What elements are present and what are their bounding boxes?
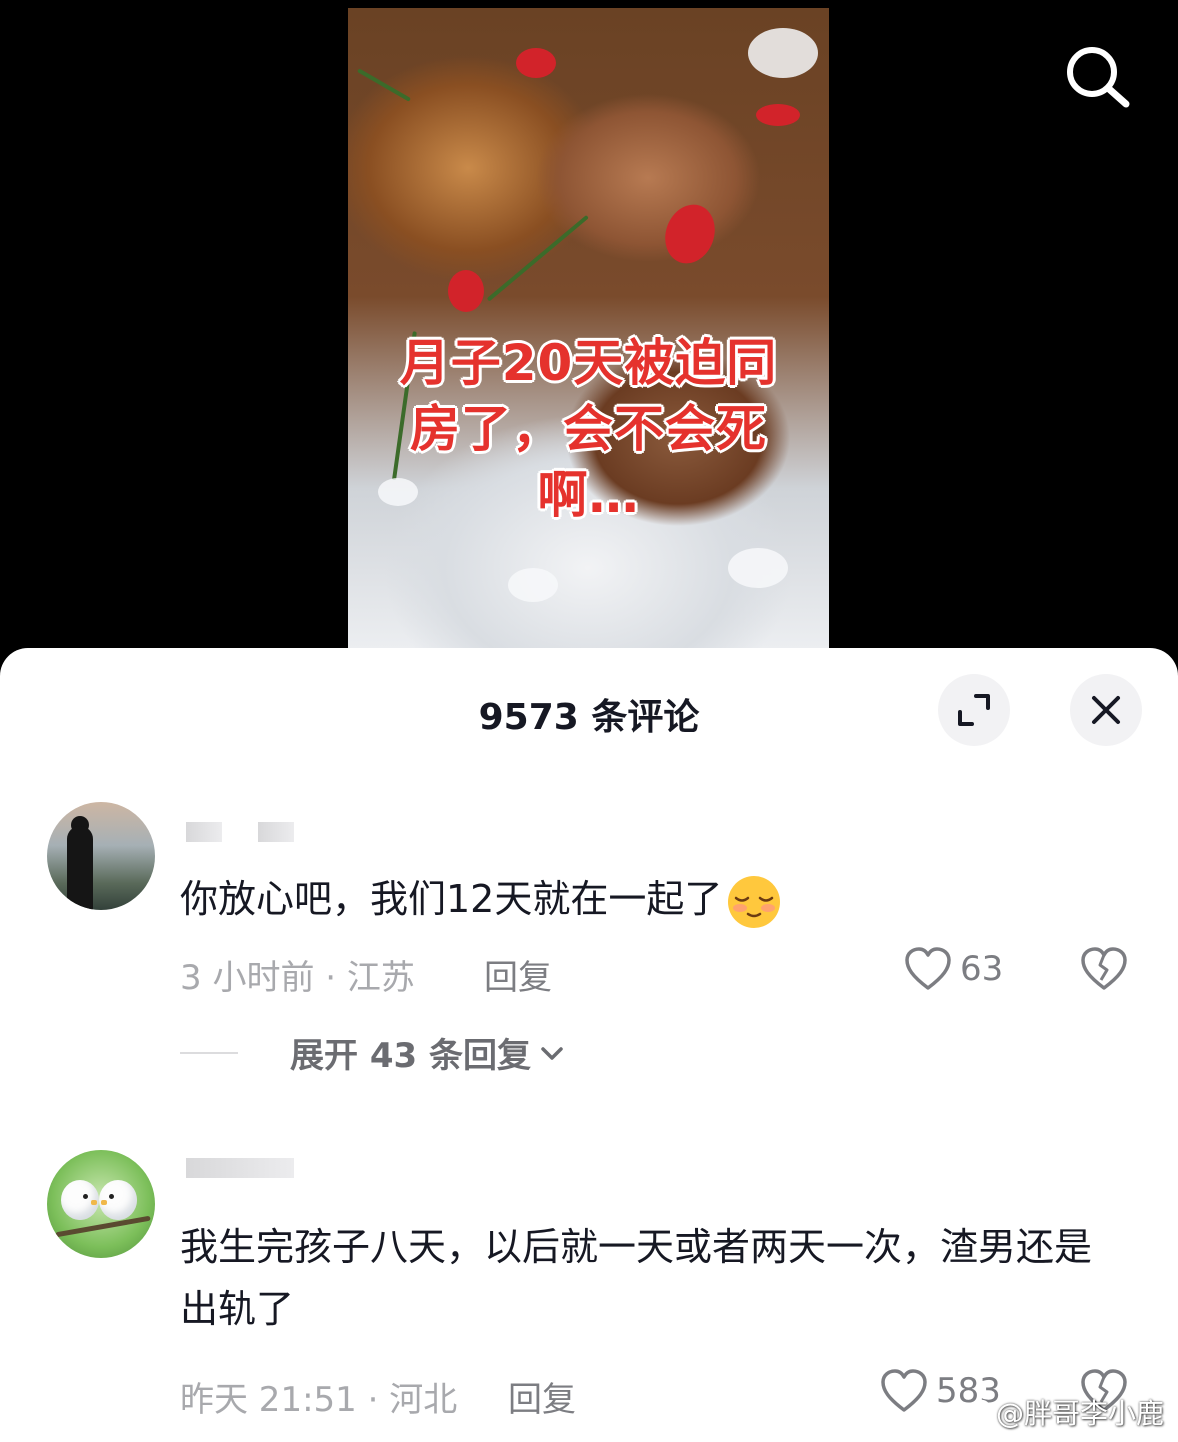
divider [180, 1051, 238, 1054]
username-redacted[interactable] [186, 822, 222, 842]
like-button[interactable]: 63 [904, 946, 1003, 992]
chevron-down-icon [541, 1046, 563, 1060]
video-thumbnail[interactable]: 月子20天被迫同 房了，会不会死 啊… [348, 8, 829, 649]
broken-heart-icon [1081, 947, 1127, 990]
avatar[interactable] [47, 1150, 155, 1258]
avatar[interactable] [47, 802, 155, 910]
video-player[interactable]: 月子20天被迫同 房了，会不会死 啊… [0, 0, 1178, 660]
shy-smile-emoji-icon [728, 875, 781, 928]
search-icon [1067, 47, 1130, 108]
search-button[interactable] [1060, 42, 1132, 114]
reply-button[interactable]: 回复 [508, 1372, 576, 1421]
video-caption-overlay: 月子20天被迫同 房了，会不会死 啊… [348, 330, 829, 528]
comment-body: 我生完孩子八天，以后就一天或者两天一次，渣男还是出轨了 [180, 1216, 1120, 1340]
weibo-logo-icon [958, 1399, 991, 1426]
heart-icon [905, 947, 951, 990]
close-icon [1092, 696, 1120, 724]
dislike-button[interactable] [1080, 946, 1128, 996]
reply-button[interactable]: 回复 [484, 950, 552, 999]
comment-text: 你放心吧，我们12天就在一起了 [180, 877, 723, 921]
caption-line-2: 房了，会不会死 [410, 400, 767, 458]
comment-body: 你放心吧，我们12天就在一起了 [180, 868, 1120, 930]
close-sheet-button[interactable] [1070, 674, 1142, 746]
watermark: @胖哥李小鹿 [958, 1392, 1164, 1432]
expand-replies-label: 展开 43 条回复 [290, 1036, 531, 1076]
caption-line-3: 啊… [537, 466, 640, 524]
expand-sheet-button[interactable] [938, 674, 1010, 746]
heart-icon [881, 1369, 927, 1412]
comment-meta: 3 小时前 · 江苏 [180, 958, 415, 998]
caption-line-1: 月子20天被迫同 [399, 334, 778, 392]
comment-text: 我生完孩子八天，以后就一天或者两天一次，渣男还是出轨了 [180, 1225, 1093, 1331]
comment-meta: 昨天 21:51 · 河北 [180, 1380, 458, 1420]
watermark-text: @胖哥李小鹿 [995, 1397, 1164, 1430]
username-redacted[interactable] [186, 1158, 294, 1178]
comments-sheet: 9573 条评论 你放心吧，我们12天就在一起了 3 小时前 · 江苏 回复 6… [0, 648, 1178, 1442]
expand-replies-button[interactable]: 展开 43 条回复 [180, 1028, 567, 1077]
expand-icon [958, 694, 990, 726]
username-redacted[interactable] [258, 822, 294, 842]
like-count: 63 [960, 949, 1004, 989]
